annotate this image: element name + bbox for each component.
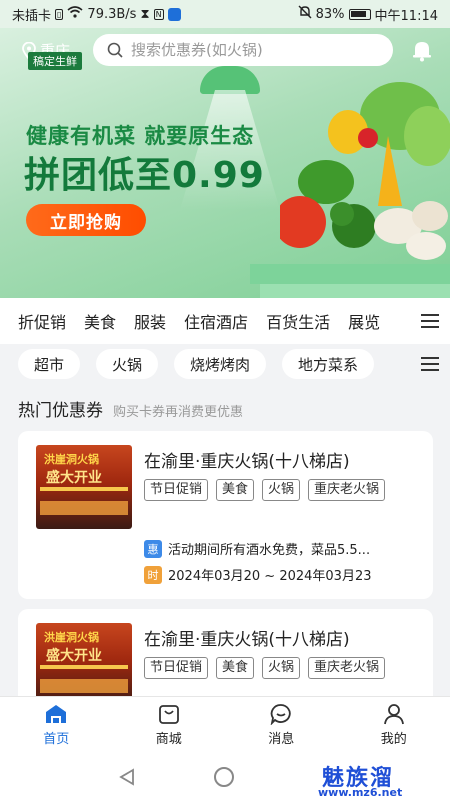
tab-label: 首页 <box>43 731 70 747</box>
category-tab[interactable]: 服装 <box>134 309 166 333</box>
battery-percent: 83% <box>315 6 345 22</box>
lamp-illustration <box>200 66 260 94</box>
coupon-tags: 节日促销 美食 火锅 重庆老火锅 <box>144 657 414 679</box>
brand-tag: 稿定生鲜 <box>28 52 82 70</box>
tab-shop[interactable]: 商城 <box>113 697 226 752</box>
coupon-card[interactable]: 洪崖洞火锅 盛大开业 在渝里·重庆火锅(十八梯店) 节日促销 美食 火锅 重庆老… <box>18 431 433 599</box>
thumbnail-decoration <box>40 487 128 491</box>
status-bar: 未插卡 ▯ 79.3B/s ⧗ N 83% 中午11:14 <box>0 0 450 28</box>
category-tab[interactable]: 展览 <box>348 309 380 333</box>
filter-chip[interactable]: 火锅 <box>96 349 159 379</box>
thumbnail-text: 盛大开业 <box>46 470 102 486</box>
banner-price-headline: 拼团低至0.99 <box>24 155 265 196</box>
category-tab[interactable]: 住宿酒店 <box>184 309 248 333</box>
coupon-tag: 节日促销 <box>144 479 209 501</box>
coupon-tags: 节日促销 美食 火锅 重庆老火锅 <box>144 479 414 501</box>
thumbnail-text: 洪崖洞火锅 <box>44 453 99 466</box>
table-illustration <box>250 264 450 284</box>
category-menu-icon[interactable] <box>410 298 450 344</box>
clock: 中午11:14 <box>374 8 438 24</box>
filter-chip[interactable]: 超市 <box>18 349 81 379</box>
tab-label: 我的 <box>380 731 407 747</box>
thumbnail-text: 盛大开业 <box>46 648 102 664</box>
coupon-tag: 美食 <box>216 657 255 679</box>
bottom-tab-bar: 首页 商城 消息 我的 <box>0 696 450 752</box>
coupon-store-name: 在渝里·重庆火锅(十八梯店) <box>144 452 350 472</box>
user-icon <box>383 703 404 724</box>
home-icon <box>46 704 67 723</box>
coupon-store-name: 在渝里·重庆火锅(十八梯店) <box>144 630 350 650</box>
bell-icon[interactable] <box>410 38 434 62</box>
app-notification-icon <box>167 7 181 21</box>
tab-label: 商城 <box>155 731 182 747</box>
coupon-thumbnail: 洪崖洞火锅 盛大开业 <box>36 623 132 707</box>
thumbnail-text: 洪崖洞火锅 <box>44 631 99 644</box>
tab-label: 消息 <box>268 731 295 747</box>
coupon-tag: 火锅 <box>262 657 301 679</box>
thumbnail-decoration <box>40 501 128 515</box>
thumbnail-decoration <box>40 679 128 693</box>
carrier-text: 未插卡 <box>12 8 52 24</box>
filter-chip[interactable]: 烧烤烤肉 <box>174 349 267 379</box>
thumbnail-decoration <box>40 665 128 669</box>
nfc-icon: N <box>153 8 164 20</box>
table-front-illustration <box>260 284 450 298</box>
watermark-url: www.mz6.net <box>318 786 403 799</box>
tab-home[interactable]: 首页 <box>0 697 113 752</box>
time-icon: 时 <box>144 565 162 584</box>
category-tab[interactable]: 百货生活 <box>266 309 330 333</box>
buy-now-button[interactable]: 立即抢购 <box>26 204 146 236</box>
main-content[interactable]: 折促销 美食 服装 住宿酒店 百货生活 展览 超市 火锅 烧烤烤肉 地方菜系 热… <box>0 298 450 709</box>
coupon-card[interactable]: 洪崖洞火锅 盛大开业 在渝里·重庆火锅(十八梯店) 节日促销 美食 火锅 重庆老… <box>18 609 433 709</box>
chip-menu-icon[interactable] <box>410 344 450 384</box>
hourglass-icon: ⧗ <box>140 6 150 22</box>
network-speed: 79.3B/s <box>87 6 137 22</box>
search-input[interactable] <box>131 41 361 59</box>
coupon-tag: 火锅 <box>262 479 301 501</box>
category-tab[interactable]: 折促销 <box>18 309 66 333</box>
category-tabs: 折促销 美食 服装 住宿酒店 百货生活 展览 <box>0 298 450 344</box>
shop-bag-icon <box>158 704 179 724</box>
chat-icon <box>270 703 291 725</box>
coupon-tag: 美食 <box>216 479 255 501</box>
coupon-promo: 惠 活动期间所有酒水免费，菜品5.5... <box>144 539 370 558</box>
vegetables-illustration <box>280 82 450 260</box>
coupon-period: 时 2024年03月20 ~ 2024年03月23 <box>144 565 372 584</box>
coupon-tag: 重庆老火锅 <box>308 479 386 501</box>
section-header: 热门优惠券 购买卡券再消费更优惠 <box>18 396 243 421</box>
mute-icon <box>298 5 312 23</box>
battery-icon <box>348 8 371 20</box>
promo-icon: 惠 <box>144 539 162 558</box>
section-title: 热门优惠券 <box>18 401 103 421</box>
filter-chips: 超市 火锅 烧烤烤肉 地方菜系 <box>0 344 450 384</box>
category-tab[interactable]: 美食 <box>84 309 116 333</box>
search-bar[interactable] <box>93 34 393 66</box>
search-icon <box>107 42 123 58</box>
period-text: 2024年03月20 ~ 2024年03月23 <box>168 569 372 584</box>
coupon-tag: 重庆老火锅 <box>308 657 386 679</box>
coupon-tag: 节日促销 <box>144 657 209 679</box>
filter-chip[interactable]: 地方菜系 <box>282 349 375 379</box>
coupon-thumbnail: 洪崖洞火锅 盛大开业 <box>36 445 132 529</box>
home-nav-icon[interactable] <box>214 767 234 787</box>
section-subtitle: 购买卡券再消费更优惠 <box>113 405 244 420</box>
wifi-icon <box>67 6 83 22</box>
tab-profile[interactable]: 我的 <box>338 697 450 752</box>
tab-messages[interactable]: 消息 <box>225 697 338 752</box>
sim-icon: ▯ <box>55 8 64 20</box>
promo-text: 活动期间所有酒水免费，菜品5.5... <box>168 543 371 558</box>
back-icon[interactable] <box>118 768 136 786</box>
